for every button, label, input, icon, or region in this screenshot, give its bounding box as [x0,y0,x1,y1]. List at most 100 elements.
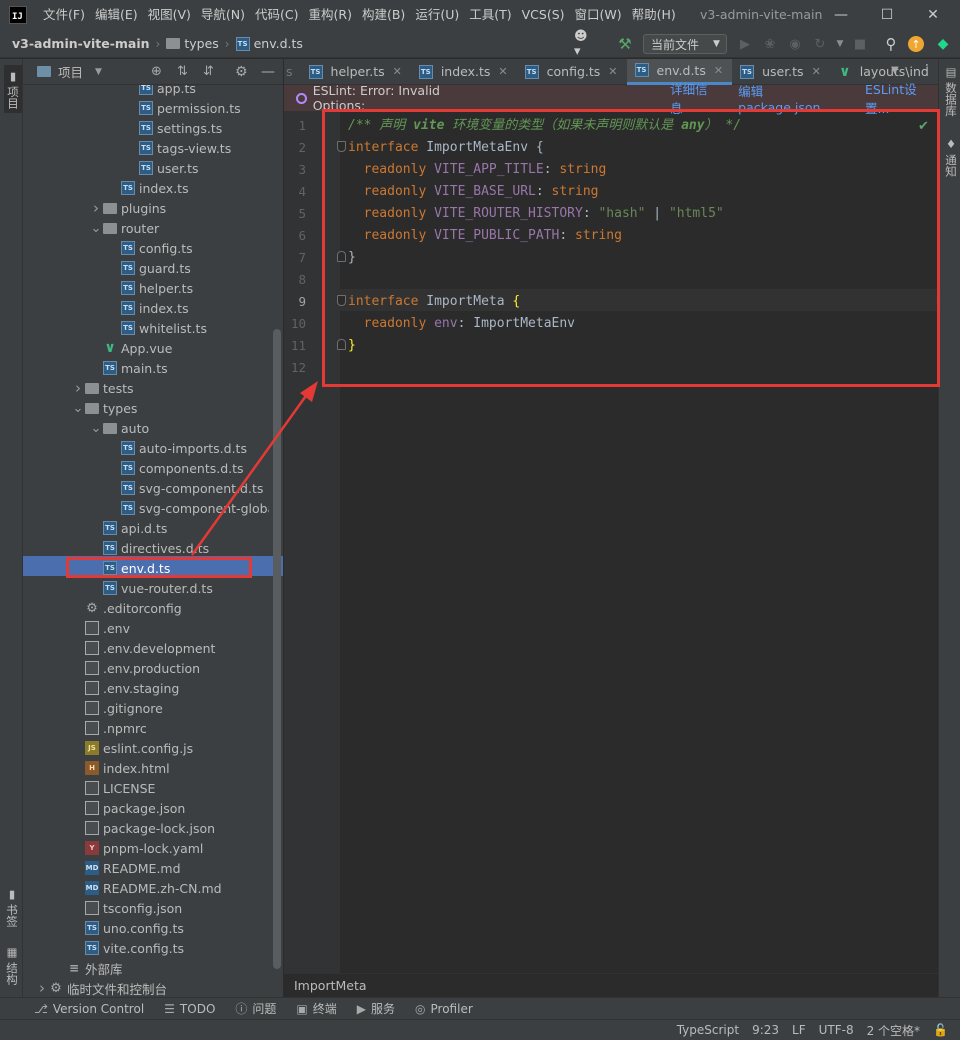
menu-item[interactable]: VCS(S) [517,0,570,30]
tree-item[interactable]: ⌄ router [89,218,160,238]
run-icon[interactable]: ▶ [736,35,754,53]
tree-item[interactable]: .env [71,618,130,638]
tree-item[interactable]: TS helper.ts [107,278,193,298]
tree-item[interactable]: ⚙ .editorconfig [71,598,182,618]
bottom-tool-button[interactable]: ▶ 服务 [357,1000,395,1017]
breadcrumb-file[interactable]: env.d.ts [254,36,303,51]
project-tool-tab[interactable]: ▮ 项目 [4,65,22,113]
tree-item[interactable]: › ⚙ 临时文件和控制台 [35,978,167,997]
tree-item[interactable]: › tests [71,378,134,398]
database-tool-tab[interactable]: ▤ 数据库 [943,65,959,117]
menu-item[interactable]: 帮助(H) [627,0,681,30]
tree-item[interactable]: TS vue-router.d.ts [89,578,213,598]
jetbrains-ai-icon[interactable]: ◆ [934,35,952,53]
chevron-down-icon[interactable]: ⌄ [89,221,103,236]
tree-item[interactable]: .env.staging [71,678,179,698]
tree-item[interactable]: tsconfig.json [71,898,182,918]
tree-item[interactable]: .gitignore [71,698,163,718]
chevron-right-icon[interactable]: › [71,379,85,397]
bookmarks-tool-tab[interactable]: ▮ 书签 [4,887,20,927]
tree-item[interactable]: TS whitelist.ts [107,318,207,338]
tree-item[interactable]: TS user.ts [125,158,199,178]
chevron-right-icon[interactable]: › [35,979,49,997]
tree-item[interactable]: ⌄ types [71,398,138,418]
tree-item[interactable]: ⌄ auto [89,418,150,438]
tree-item[interactable]: TS svg-component-global.d.ts [107,498,269,518]
status-cursor-position[interactable]: 9:23 [752,1023,779,1037]
bottom-tool-button[interactable]: ▣ 终端 [296,1000,336,1017]
tree-item[interactable]: TS main.ts [89,358,168,378]
bottom-tool-button[interactable]: ⎇ Version Control [34,1002,144,1016]
locate-icon[interactable]: ⊕ [151,64,162,79]
tree-item[interactable]: TS directives.d.ts [89,538,209,558]
editor-tab[interactable]: TS helper.ts ✕ [301,59,411,85]
menu-item[interactable]: 窗口(W) [570,0,627,30]
account-icon[interactable]: ☻▾ [574,29,592,59]
tree-item[interactable]: package.json [71,798,185,818]
profile-icon[interactable]: ↻ [811,35,829,53]
tree-item[interactable]: Ypnpm-lock.yaml [71,838,203,858]
close-tab-icon[interactable]: ✕ [608,65,617,78]
editor-tab[interactable]: TS config.ts ✕ [517,59,627,85]
tree-item[interactable]: TS settings.ts [125,118,222,138]
collapse-all-icon[interactable]: ⇵ [203,64,214,79]
update-icon[interactable]: ↑ [908,36,924,52]
menu-item[interactable]: 文件(F) [38,0,90,30]
hide-panel-icon[interactable]: — [261,64,275,80]
minimize-icon[interactable]: — [818,0,864,30]
tree-item[interactable]: TS permission.ts [125,98,241,118]
tree-item[interactable]: ≡ 外部库 [53,958,123,978]
notifications-tool-tab[interactable]: ♦ 通知 [943,137,959,177]
debug-icon[interactable]: ❀ [761,35,779,53]
run-config-select[interactable]: 当前文件 ▼ [643,34,727,54]
tree-item[interactable]: .env.development [71,638,215,658]
tree-item[interactable]: TS auto-imports.d.ts [107,438,247,458]
tree-item[interactable]: › plugins [89,198,166,218]
intellij-logo-icon[interactable]: IJ [9,6,27,24]
editor-tab[interactable]: TS index.ts ✕ [411,59,517,85]
breadcrumb-project[interactable]: v3-admin-vite-main [12,36,150,51]
bottom-tool-button[interactable]: ◎ Profiler [415,1002,473,1016]
status-indent[interactable]: 2 个空格* [867,1022,920,1039]
project-panel-title[interactable]: 项目 [58,62,83,81]
more-run-icon[interactable]: ▼ [831,35,849,53]
tree-item[interactable]: TS index.ts [107,298,189,318]
stop-icon[interactable]: ■ [851,35,869,53]
tree-item[interactable]: TS uno.config.ts [71,918,184,938]
tree-item[interactable]: MD README.md [71,858,181,878]
status-language[interactable]: TypeScript [677,1023,739,1037]
tabs-overflow-icon[interactable]: ▼ [891,65,899,76]
chevron-right-icon[interactable]: › [89,199,103,217]
tree-item[interactable]: JS eslint.config.js [71,738,193,758]
search-icon[interactable]: ⚲ [882,35,900,53]
close-window-icon[interactable]: ✕ [910,0,956,30]
tree-item[interactable]: .env.production [71,658,200,678]
tree-item[interactable]: TS app.ts [125,85,196,98]
lock-icon[interactable]: 🔓 [933,1023,948,1037]
expand-all-icon[interactable]: ⇅ [177,64,188,79]
bottom-tool-button[interactable]: ☰ TODO [164,1002,215,1016]
tree-item[interactable]: TS config.ts [107,238,193,258]
tree-item[interactable]: TS tags-view.ts [125,138,231,158]
menu-item[interactable]: 视图(V) [143,0,196,30]
menu-item[interactable]: 构建(B) [357,0,410,30]
chevron-down-icon[interactable]: ⌄ [71,401,85,416]
menu-item[interactable]: 代码(C) [250,0,303,30]
close-tab-icon[interactable]: ✕ [812,65,821,78]
tree-item[interactable]: .npmrc [71,718,147,738]
editor-tab[interactable]: s [284,59,301,85]
close-tab-icon[interactable]: ✕ [498,65,507,78]
maximize-icon[interactable]: ☐ [864,0,910,30]
tree-item[interactable]: MD README.zh-CN.md [71,878,222,898]
tree-item[interactable]: TS guard.ts [107,258,191,278]
close-tab-icon[interactable]: ✕ [714,64,723,77]
menu-item[interactable]: 编辑(E) [90,0,143,30]
menu-item[interactable]: 工具(T) [464,0,516,30]
tree-item[interactable]: LICENSE [71,778,155,798]
coverage-icon[interactable]: ◉ [786,35,804,53]
menu-item[interactable]: 运行(U) [410,0,464,30]
tree-item[interactable]: TS vite.config.ts [71,938,184,958]
tree-item[interactable]: package-lock.json [71,818,215,838]
editor-breadcrumb-item[interactable]: ImportMeta [294,978,367,993]
project-scrollbar[interactable] [273,329,281,969]
